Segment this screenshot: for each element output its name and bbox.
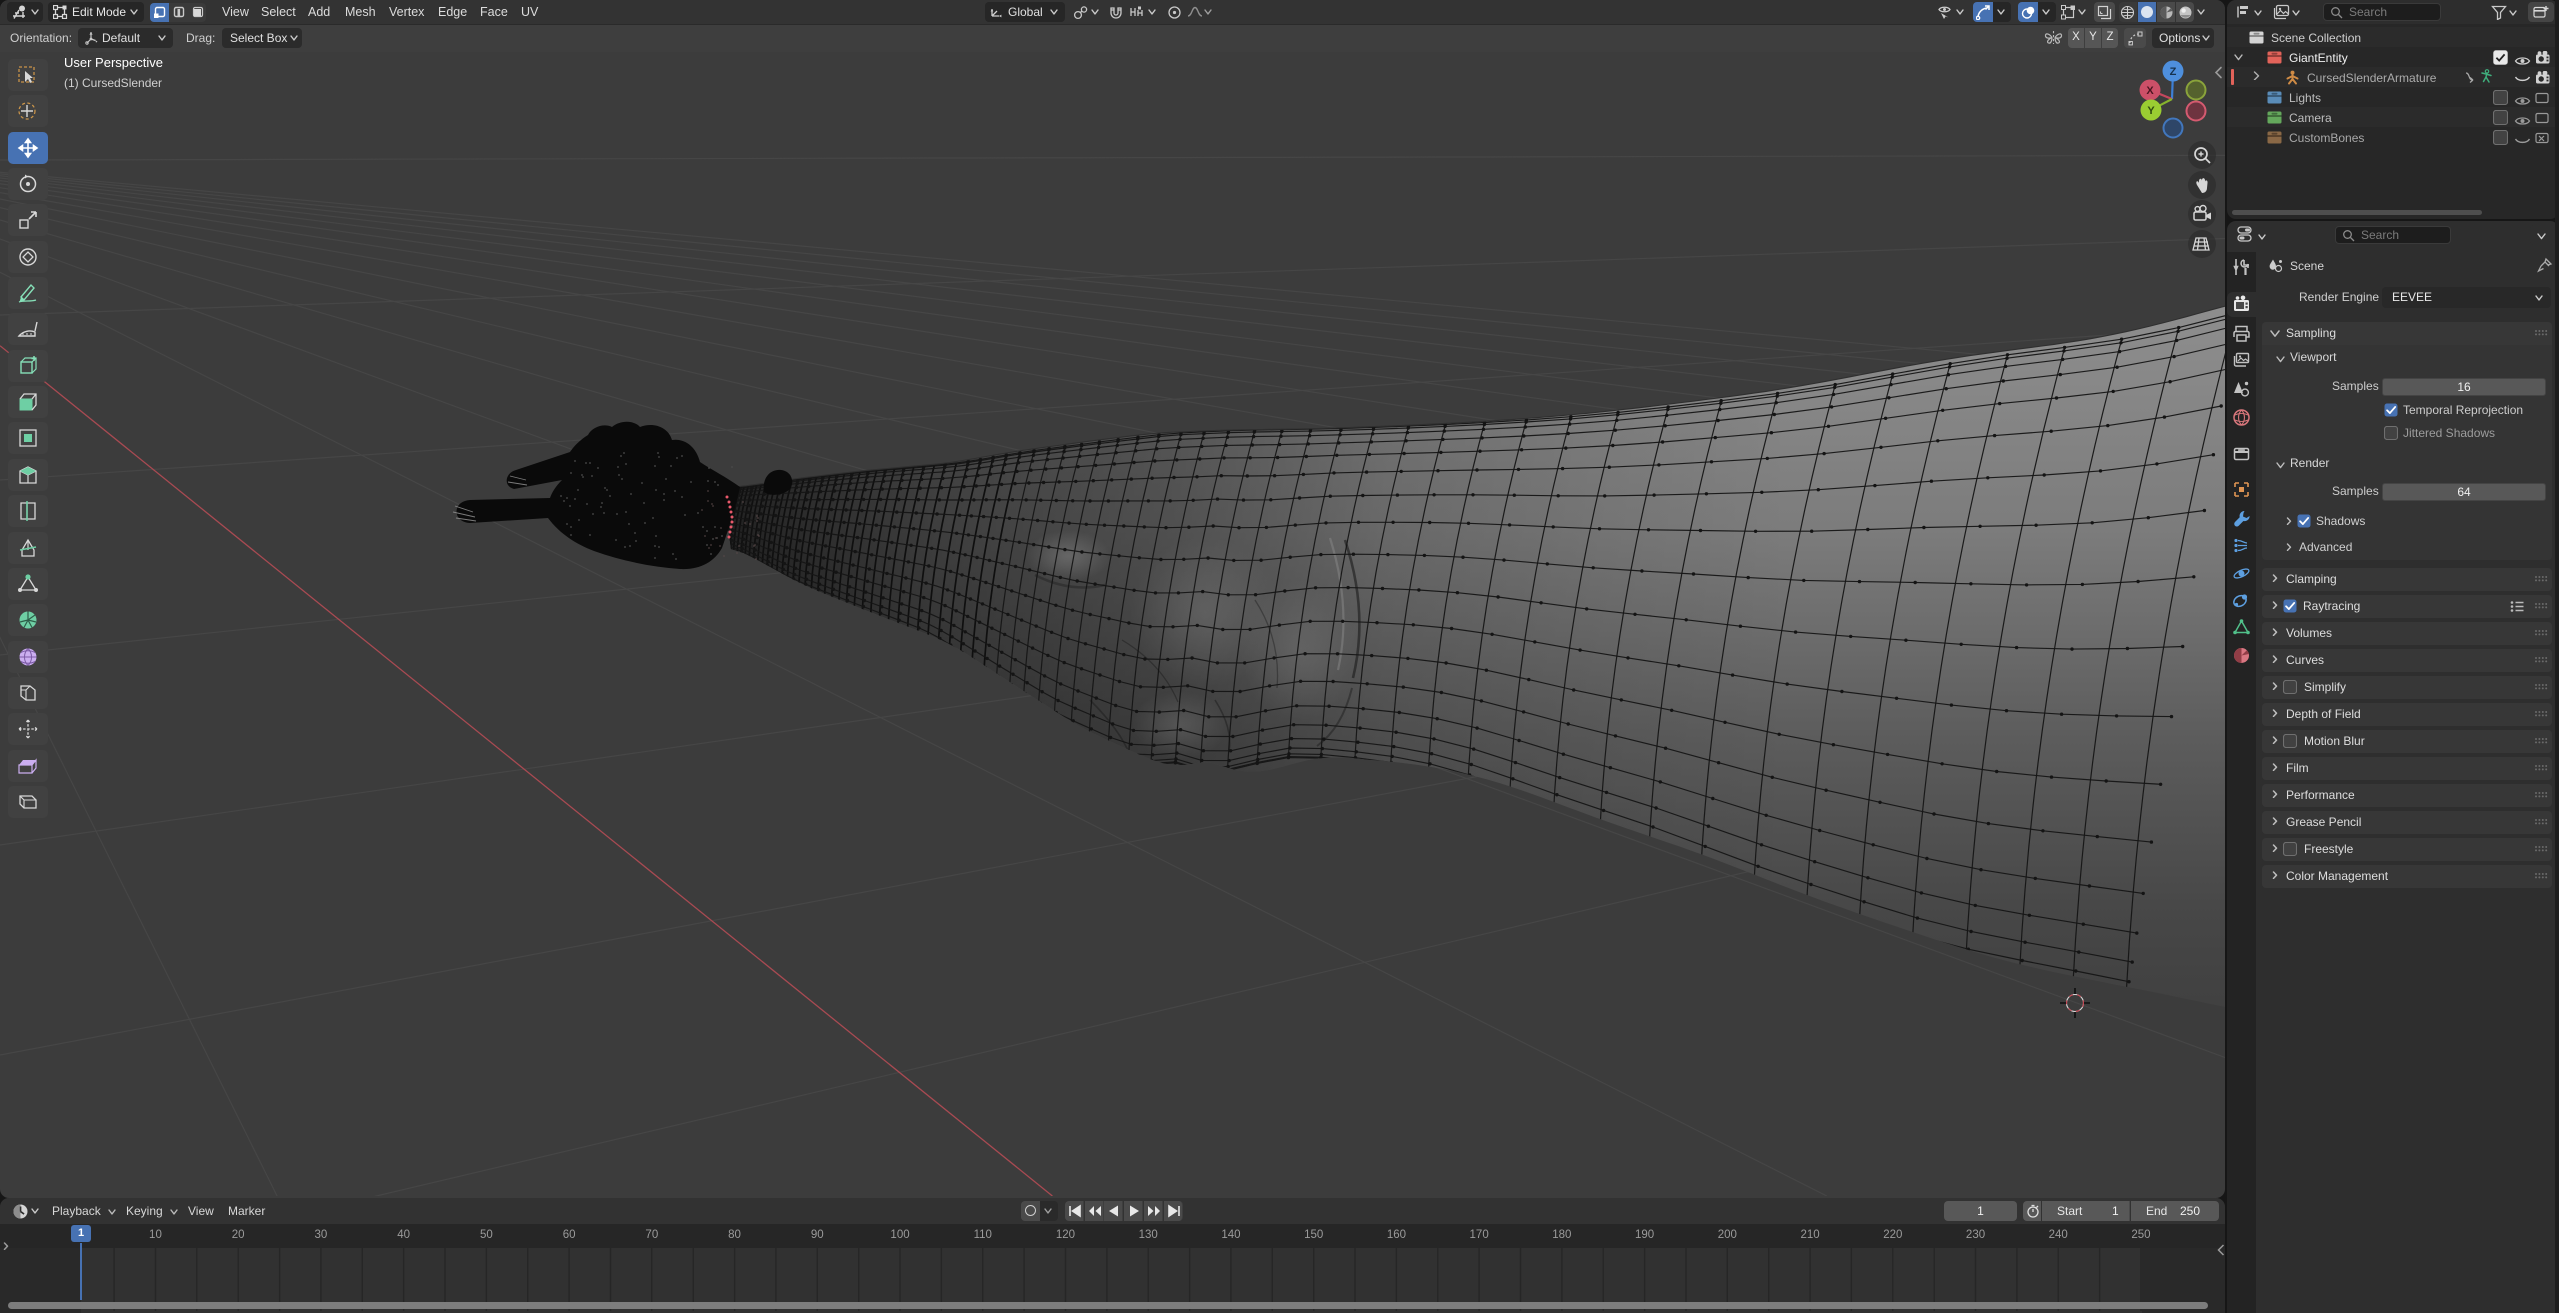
svg-text:Z: Z [2170, 66, 2177, 78]
svg-text:Y: Y [2147, 105, 2155, 117]
svg-text:X: X [2146, 85, 2154, 97]
